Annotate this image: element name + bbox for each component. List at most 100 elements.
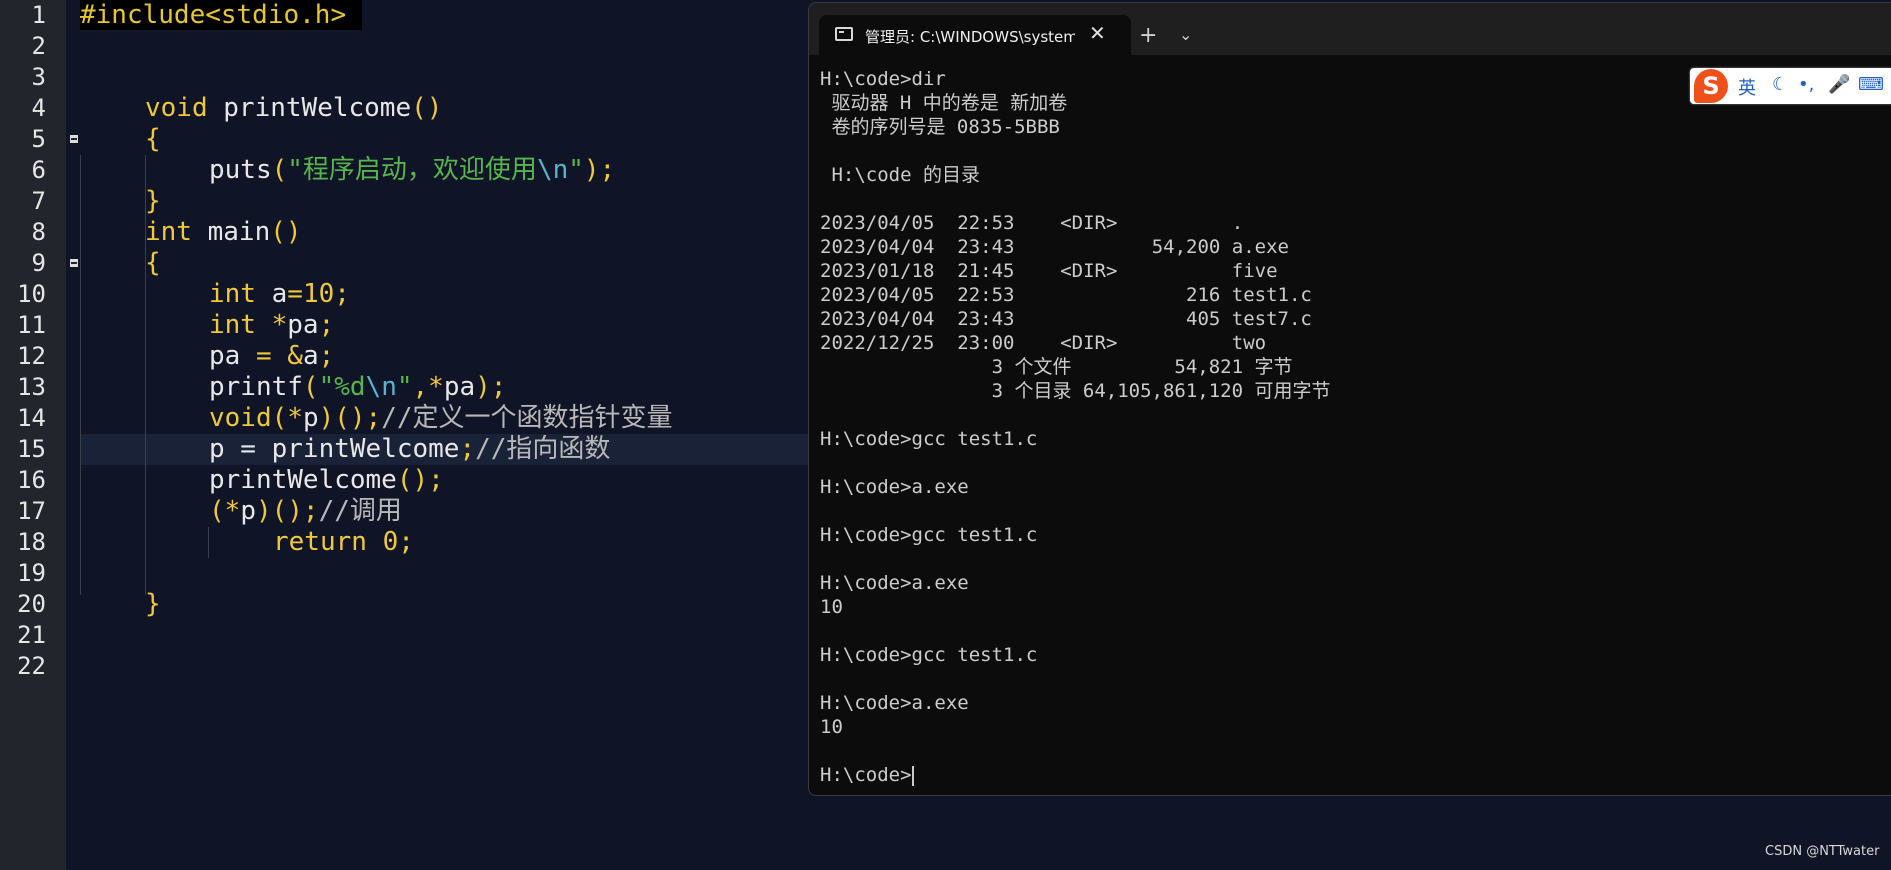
variable: p bbox=[302, 403, 319, 433]
line-number: 14 bbox=[17, 404, 46, 432]
code-line[interactable]: p = printWelcome;//指向函数 bbox=[209, 434, 610, 465]
variable: p bbox=[209, 434, 225, 464]
function-name: printWelcome bbox=[271, 434, 460, 464]
fold-toggle-icon[interactable] bbox=[70, 135, 78, 143]
code-line[interactable]: void printWelcome() bbox=[145, 93, 442, 124]
moon-icon[interactable]: ☾ bbox=[1772, 74, 1788, 95]
line-number: 18 bbox=[17, 528, 46, 556]
punctuation: )(); bbox=[318, 403, 382, 433]
punctuation: )(); bbox=[255, 496, 319, 526]
code-line[interactable]: int *pa; bbox=[209, 310, 334, 341]
code-line[interactable]: printWelcome(); bbox=[209, 465, 444, 496]
string-literal: " bbox=[568, 155, 584, 185]
chevron-down-icon[interactable]: ⌄ bbox=[1179, 25, 1192, 44]
keyword: int bbox=[209, 279, 256, 309]
line-number-gutter: 1 2 3 4 5 6 7 8 9 10 11 12 13 14 15 16 1… bbox=[0, 0, 66, 870]
terminal-line: 卷的序列号是 0835-5BBB bbox=[820, 116, 1060, 138]
keyboard-icon[interactable]: ⌨ bbox=[1858, 74, 1884, 95]
punctuation: () bbox=[270, 217, 302, 247]
keyword: void bbox=[209, 403, 272, 433]
terminal-line: H:\code>gcc test1.c bbox=[820, 524, 1038, 546]
line-number: 6 bbox=[31, 156, 46, 184]
line-number: 15 bbox=[17, 435, 46, 463]
fold-toggle-icon[interactable] bbox=[70, 259, 78, 267]
terminal-line: 2023/04/04 23:43 405 test7.c bbox=[820, 308, 1312, 330]
punctuation: ; bbox=[398, 527, 414, 557]
line-number: 4 bbox=[31, 94, 46, 122]
code-line[interactable]: pa = &a; bbox=[209, 341, 334, 372]
terminal-output[interactable]: H:\code>dir 驱动器 H 中的卷是 新加卷 卷的序列号是 0835-5… bbox=[820, 67, 1331, 787]
terminal-tab[interactable]: 管理员: C:\WINDOWS\system3 ✕ bbox=[819, 15, 1131, 55]
string-literal: "%d bbox=[318, 372, 366, 402]
code-line[interactable]: void(*p)();//定义一个函数指针变量 bbox=[209, 403, 673, 434]
operator: = bbox=[287, 279, 303, 309]
punctuation: ); bbox=[583, 155, 616, 185]
indent-guide bbox=[208, 527, 209, 558]
terminal-line: 2022/12/25 23:00 <DIR> two bbox=[820, 332, 1267, 354]
terminal-line: 3 个目录 64,105,861,120 可用字节 bbox=[820, 380, 1331, 402]
string-literal: "程序启动，欢迎使用 bbox=[287, 155, 537, 185]
punctuation: ); bbox=[475, 372, 507, 402]
terminal-tab-bar: 管理员: C:\WINDOWS\system3 ✕ + ⌄ bbox=[809, 3, 1891, 55]
close-icon[interactable]: ✕ bbox=[1089, 21, 1106, 45]
terminal-prompt-line[interactable]: H:\code> bbox=[820, 763, 1331, 787]
terminal-line: 2023/04/05 22:53 216 test1.c bbox=[820, 284, 1312, 306]
variable: a bbox=[302, 341, 319, 371]
punctuation-icon[interactable]: •, bbox=[1798, 74, 1814, 95]
terminal-line: H:\code>a.exe bbox=[820, 572, 969, 594]
line-number: 10 bbox=[17, 280, 46, 308]
operator: = bbox=[224, 434, 272, 464]
comment: //指向函数 bbox=[475, 434, 611, 464]
new-tab-button[interactable]: + bbox=[1139, 23, 1157, 48]
punctuation: (* bbox=[209, 496, 241, 526]
code-line[interactable]: } bbox=[145, 186, 161, 217]
line-number: 21 bbox=[17, 621, 46, 649]
code-line[interactable]: (*p)();//调用 bbox=[209, 496, 402, 527]
operator: ,* bbox=[412, 372, 444, 402]
terminal-tab-title: 管理员: C:\WINDOWS\system3 bbox=[865, 28, 1075, 46]
microphone-icon[interactable]: 🎤 bbox=[1828, 74, 1850, 95]
line-number: 16 bbox=[17, 466, 46, 494]
variable: a bbox=[255, 279, 288, 309]
punctuation: ( bbox=[271, 155, 288, 185]
terminal-window[interactable]: 管理员: C:\WINDOWS\system3 ✕ + ⌄ H:\code>di… bbox=[808, 2, 1891, 796]
punctuation: () bbox=[411, 93, 443, 123]
code-line[interactable]: puts("程序启动，欢迎使用\n"); bbox=[209, 155, 615, 186]
punctuation: ( bbox=[302, 372, 319, 402]
terminal-line: H:\code>a.exe bbox=[820, 476, 969, 498]
line-number: 20 bbox=[17, 590, 46, 618]
code-line[interactable]: #include<stdio.h> bbox=[80, 0, 363, 31]
punctuation: ; bbox=[334, 279, 350, 309]
code-line[interactable]: int a=10; bbox=[209, 279, 350, 310]
punctuation: (* bbox=[271, 403, 303, 433]
ime-language-toggle[interactable]: 英 bbox=[1738, 74, 1756, 100]
line-number: 2 bbox=[31, 32, 46, 60]
code-line[interactable]: } bbox=[145, 589, 161, 620]
terminal-icon bbox=[835, 27, 853, 41]
code-line[interactable]: return 0; bbox=[273, 527, 414, 558]
line-number: 7 bbox=[31, 187, 46, 215]
terminal-line: H:\code>dir bbox=[820, 68, 946, 90]
code-line[interactable]: { bbox=[145, 124, 161, 155]
code-line[interactable]: int main() bbox=[145, 217, 302, 248]
keyword: int bbox=[209, 310, 256, 340]
indent-guide bbox=[80, 155, 81, 595]
code-line[interactable]: printf("%d\n",*pa); bbox=[209, 372, 506, 403]
line-number: 1 bbox=[31, 1, 46, 29]
code-line[interactable]: { bbox=[145, 248, 161, 279]
variable: p bbox=[240, 496, 256, 526]
ime-toolbar[interactable]: S 英 ☾ •, 🎤 ⌨ bbox=[1690, 68, 1891, 104]
line-number: 8 bbox=[31, 218, 46, 246]
line-number: 19 bbox=[17, 559, 46, 587]
function-name: printf bbox=[209, 372, 303, 402]
sogou-logo-icon[interactable]: S bbox=[1694, 69, 1728, 103]
punctuation: ; bbox=[318, 310, 335, 340]
terminal-line: H:\code>gcc test1.c bbox=[820, 428, 1038, 450]
function-name: main bbox=[191, 217, 271, 247]
